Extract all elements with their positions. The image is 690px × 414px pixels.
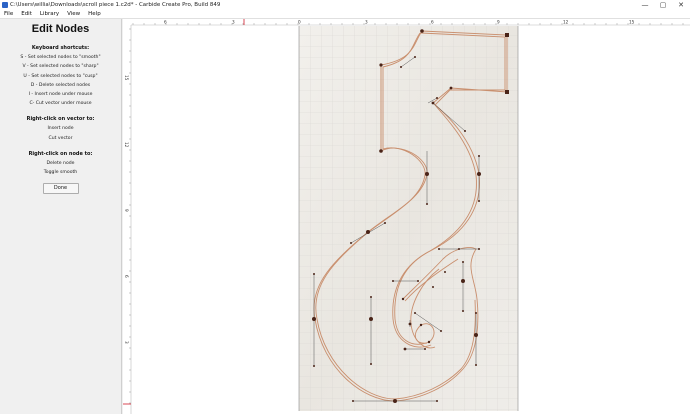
path-node[interactable]: [426, 203, 428, 205]
node-delete: Delete node: [46, 160, 75, 166]
path-node[interactable]: [350, 242, 352, 244]
window-title: C:\Users\willia\Downloads\scroll piece 1…: [10, 2, 221, 8]
path-node[interactable]: [366, 230, 370, 234]
path-node[interactable]: [477, 172, 481, 176]
top-ruler-label-4: 3: [365, 19, 368, 24]
design-canvas[interactable]: 6 3 0 3 6 9 12 15 15 12 9 6 3: [123, 19, 690, 414]
path-node[interactable]: [403, 347, 407, 351]
path-node[interactable]: [419, 323, 423, 327]
path-node[interactable]: [462, 261, 464, 263]
top-ruler-label-3: 0: [298, 19, 301, 24]
edit-nodes-panel: Edit Nodes Keyboard shortcuts: S - Set s…: [0, 19, 122, 414]
path-node[interactable]: [379, 63, 383, 67]
path-node[interactable]: [478, 155, 480, 157]
shortcut-smooth: S - Set selected nodes to "smooth": [20, 55, 101, 61]
path-node[interactable]: [370, 296, 372, 298]
shortcut-delete: D - Delete selected nodes: [30, 82, 91, 88]
path-node[interactable]: [384, 222, 386, 224]
path-node[interactable]: [436, 97, 438, 99]
corner-node[interactable]: [505, 33, 509, 37]
path-node[interactable]: [417, 280, 419, 282]
path-node[interactable]: [392, 280, 394, 282]
menu-file[interactable]: File: [0, 11, 17, 17]
menu-help[interactable]: Help: [84, 11, 105, 17]
path-node[interactable]: [475, 312, 477, 314]
path-node[interactable]: [379, 149, 383, 153]
path-node[interactable]: [438, 248, 440, 250]
path-node[interactable]: [400, 66, 402, 68]
carbide-create-window: C:\Users\willia\Downloads\scroll piece 1…: [0, 0, 690, 414]
top-ruler-label-1: 6: [164, 19, 167, 24]
menu-bar: File Edit Library View Help: [0, 10, 690, 19]
path-node[interactable]: [393, 399, 397, 403]
left-ruler-label-5: 3: [124, 341, 129, 344]
path-node[interactable]: [464, 130, 466, 132]
top-ruler-label-5: 6: [431, 19, 434, 24]
vector-insert-node: Insert node: [47, 126, 74, 132]
menu-library[interactable]: Library: [36, 11, 63, 17]
path-node[interactable]: [427, 340, 431, 344]
top-ruler-label-8: 15: [629, 19, 635, 24]
path-node[interactable]: [425, 172, 429, 176]
path-node[interactable]: [424, 348, 426, 350]
path-node[interactable]: [401, 297, 405, 301]
path-node[interactable]: [461, 279, 465, 283]
corner-node[interactable]: [505, 90, 509, 94]
left-ruler-label-1: 15: [124, 75, 129, 81]
panel-title: Edit Nodes: [31, 23, 90, 35]
top-ruler-label-2: 3: [232, 19, 235, 24]
keyboard-heading: Keyboard shortcuts:: [31, 45, 90, 51]
path-node[interactable]: [414, 312, 416, 314]
node-heading: Right-click on node to:: [28, 150, 93, 157]
path-node[interactable]: [369, 317, 373, 321]
top-ruler-label-7: 12: [563, 19, 569, 24]
path-node[interactable]: [414, 56, 416, 58]
path-node[interactable]: [478, 248, 480, 250]
shortcut-cut: C- Cut vector under mouse: [29, 101, 92, 107]
path-node[interactable]: [312, 317, 316, 321]
title-bar: C:\Users\willia\Downloads\scroll piece 1…: [0, 0, 690, 10]
menu-view[interactable]: View: [63, 11, 84, 17]
shortcut-insert: I - Insert node under mouse: [28, 91, 93, 97]
path-node[interactable]: [313, 273, 315, 275]
path-node[interactable]: [478, 200, 480, 202]
shortcut-sharp: V - Set selected nodes to "sharp": [22, 64, 99, 70]
path-node[interactable]: [420, 29, 424, 33]
left-ruler-label-2: 12: [124, 142, 129, 148]
left-ruler-label-4: 6: [124, 275, 129, 278]
path-node[interactable]: [440, 330, 442, 332]
path-node[interactable]: [444, 271, 446, 273]
close-icon[interactable]: ✕: [672, 0, 690, 10]
grid-overlay: [299, 26, 518, 411]
node-toggle-smooth: Toggle smooth: [43, 169, 78, 175]
top-ruler-label-6: 9: [497, 19, 500, 24]
path-node[interactable]: [431, 101, 435, 105]
path-node[interactable]: [352, 400, 354, 402]
path-node[interactable]: [432, 286, 434, 288]
vector-heading: Right-click on vector to:: [26, 116, 95, 123]
app-icon: [2, 2, 8, 8]
minimize-icon[interactable]: —: [636, 0, 654, 10]
path-node[interactable]: [449, 86, 453, 90]
top-ruler: [123, 19, 690, 25]
path-node[interactable]: [408, 322, 412, 326]
path-node[interactable]: [475, 364, 477, 366]
path-node[interactable]: [474, 333, 478, 337]
shortcut-cusp: U - Set selected nodes to "cusp": [23, 73, 98, 79]
path-node[interactable]: [462, 310, 464, 312]
vector-cut: Cut vector: [48, 135, 73, 141]
path-node[interactable]: [313, 365, 315, 367]
path-node[interactable]: [370, 363, 372, 365]
path-node[interactable]: [436, 400, 438, 402]
menu-edit[interactable]: Edit: [17, 11, 36, 17]
left-ruler-label-3: 9: [124, 209, 129, 212]
done-button[interactable]: Done: [42, 182, 79, 194]
path-node[interactable]: [458, 248, 460, 250]
maximize-icon[interactable]: ▢: [654, 0, 672, 10]
